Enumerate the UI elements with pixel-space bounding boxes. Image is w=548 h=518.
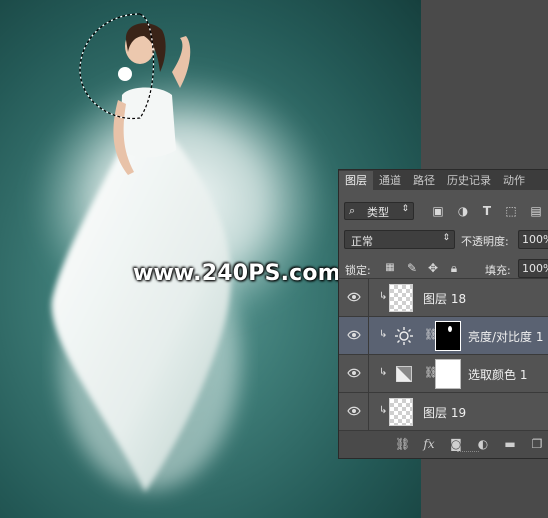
lock-transparency-icon[interactable]: ▦ [383,261,397,275]
lock-pixels-brush-icon[interactable]: ✎ [405,261,419,275]
tab-history[interactable]: 历史记录 [441,171,497,190]
lock-position-move-icon[interactable]: ✥ [426,261,440,275]
layer-filter-select[interactable]: ⌕ 类型 ⇕ [344,202,414,220]
clipping-mask-arrow-icon: ↳ [379,329,388,340]
resize-grip[interactable] [457,451,479,454]
clipping-mask-arrow-icon: ↳ [379,405,388,416]
pixel-filter-icon[interactable]: ▣ [431,204,445,218]
mask-white-area [448,326,452,332]
divider [368,355,369,392]
adjustment-filter-icon[interactable]: ◑ [456,204,470,218]
lock-label: 锁定: [345,264,371,277]
selective-color-icon[interactable] [396,366,412,382]
layers-panel: 图层 通道 路径 历史记录 动作 ⌕ 类型 ⇕ ▣ ◑ T ⬚ ▤ 正常 ⇕ 不… [338,169,548,459]
filter-kind-label: 类型 [367,206,389,219]
new-group-folder-icon[interactable]: ▬ [503,437,517,451]
clipping-mask-arrow-icon: ↳ [379,291,388,302]
opacity-label: 不透明度: [461,235,509,248]
visibility-eye-icon[interactable] [347,404,361,418]
type-filter-icon[interactable]: T [480,204,494,218]
tab-layers[interactable]: 图层 [339,171,373,190]
smartobject-filter-icon[interactable]: ▤ [529,204,543,218]
divider [368,393,369,430]
visibility-eye-icon[interactable] [347,290,361,304]
new-layer-icon[interactable]: ❐ [530,437,544,451]
layer-name[interactable]: 图层 19 [423,404,466,421]
layer-mask-thumbnail[interactable] [435,359,461,389]
layer-name[interactable]: 亮度/对比度 1 [468,328,544,345]
visibility-eye-icon[interactable] [347,328,361,342]
blend-mode-select[interactable]: 正常 ⇕ [344,230,455,249]
layer-name[interactable]: 选取颜色 1 [468,366,527,383]
panel-tabs: 图层 通道 路径 历史记录 动作 [339,170,548,190]
divider [368,279,369,316]
layer-row[interactable]: ↳ 图层 18 [339,278,548,316]
fill-input[interactable]: 100% [518,259,548,278]
shoulder-flower [118,67,132,81]
brightness-sun-icon[interactable] [394,326,414,346]
fill-label: 填充: [485,264,511,277]
updown-arrows-icon: ⇕ [401,204,409,214]
link-layers-icon[interactable]: ⛓︎ [395,437,410,451]
panel-bottom-toolbar: ⛓︎ fx ◙ ◐ ▬ ❐ [339,430,548,458]
shape-filter-icon[interactable]: ⬚ [504,204,518,218]
dress-bodice [120,87,176,158]
tab-actions[interactable]: 动作 [497,171,531,190]
layer-row[interactable]: ↳ 图层 19 [339,392,548,430]
add-mask-icon[interactable]: ◙ [449,437,463,451]
search-icon: ⌕ [349,204,356,217]
clipping-mask-arrow-icon: ↳ [379,367,388,378]
opacity-value: 100% [522,233,548,246]
watermark-text: www.240PS.com [133,261,341,286]
fill-value: 100% [522,262,548,275]
blend-mode-value: 正常 [351,235,373,248]
new-adjustment-layer-icon[interactable]: ◐ [476,437,490,451]
layer-name[interactable]: 图层 18 [423,290,466,307]
divider [368,317,369,354]
opacity-input[interactable]: 100% [518,230,548,249]
updown-arrows-icon: ⇕ [442,233,450,243]
lock-all-padlock-icon[interactable]: 🔒︎ [447,261,461,275]
layer-thumbnail [389,398,413,426]
layer-row[interactable]: ↳ ⛓︎ 选取颜色 1 [339,354,548,392]
layer-thumbnail [389,284,413,312]
layer-mask-thumbnail[interactable] [435,321,461,351]
tab-paths[interactable]: 路径 [407,171,441,190]
visibility-eye-icon[interactable] [347,366,361,380]
layer-row-selected[interactable]: ↳ ⛓︎ 亮度/对比度 1 [339,316,548,354]
fx-layer-style-icon[interactable]: fx [422,437,436,451]
tab-channels[interactable]: 通道 [373,171,407,190]
